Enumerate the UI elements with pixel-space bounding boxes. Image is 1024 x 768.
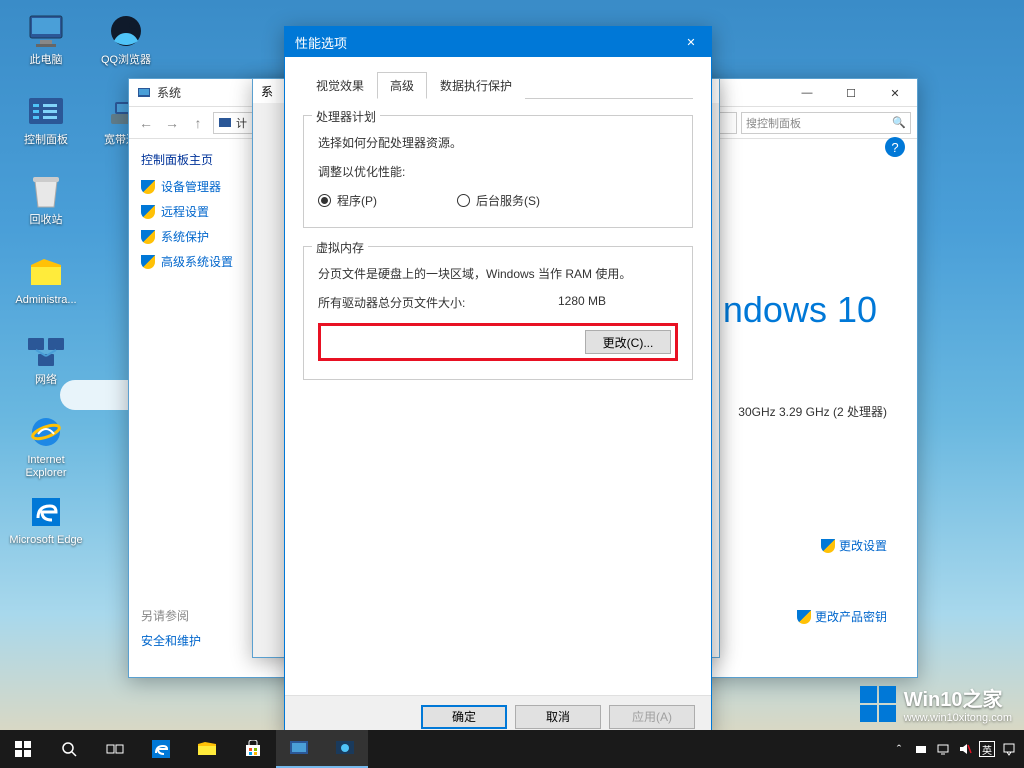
watermark-url: www.win10xitong.com [904, 712, 1012, 724]
icon-label: Internet Explorer [8, 454, 84, 480]
sidebar-link-advanced[interactable]: 高级系统设置 [141, 253, 267, 270]
radio-icon [457, 194, 470, 207]
desktop-icon-qq-browser[interactable]: QQ浏览器 [88, 8, 164, 86]
ok-button[interactable]: 确定 [421, 705, 507, 729]
desktop-icon-ie[interactable]: Internet Explorer [8, 408, 84, 486]
taskbar: ˆ 英 [0, 730, 1024, 768]
shield-icon [141, 230, 155, 244]
tab-advanced[interactable]: 高级 [377, 72, 427, 99]
optimize-label: 调整以优化性能: [318, 163, 678, 180]
see-also-link[interactable]: 安全和维护 [141, 632, 201, 649]
sidebar-link-remote[interactable]: 远程设置 [141, 203, 267, 220]
watermark-text: Win10之家 [904, 683, 1012, 712]
tray-icon-1[interactable] [910, 730, 932, 768]
vmem-size-label: 所有驱动器总分页文件大小: [318, 294, 558, 311]
tray-chevron-up-icon[interactable]: ˆ [888, 730, 910, 768]
tray-network-icon[interactable] [932, 730, 954, 768]
desktop-icon-recycle-bin[interactable]: 回收站 [8, 168, 84, 246]
change-product-key-link[interactable]: 更改产品密钥 [797, 608, 887, 625]
system-title-text: 系统 [157, 84, 181, 101]
vmem-size-value: 1280 MB [558, 294, 678, 311]
radio-programs[interactable]: 程序(P) [318, 192, 377, 209]
taskbar-app-2[interactable] [322, 730, 368, 768]
system-tray: ˆ 英 [888, 730, 1024, 768]
radio-icon [318, 194, 331, 207]
maximize-button[interactable]: ☐ [829, 79, 873, 107]
props-title-text: 系 [261, 83, 273, 100]
icon-label: QQ浏览器 [101, 54, 151, 67]
see-also-heading: 另请参阅 [141, 607, 201, 624]
tray-volume-icon[interactable] [954, 730, 976, 768]
search-input[interactable]: 搜控制面板 🔍 [741, 112, 911, 134]
tray-ime-icon[interactable]: 英 [979, 741, 995, 757]
cancel-button[interactable]: 取消 [515, 705, 601, 729]
change-button[interactable]: 更改(C)... [585, 330, 671, 354]
search-icon: 🔍 [892, 116, 906, 129]
desktop-icon-network[interactable]: 网络 [8, 328, 84, 406]
desktop-icon-administrator[interactable]: Administra... [8, 248, 84, 326]
windows-logo-icon [860, 686, 896, 722]
windows10-logo: ndows 10 [723, 289, 877, 331]
sidebar-link-protection[interactable]: 系统保护 [141, 228, 267, 245]
search-button[interactable] [46, 730, 92, 768]
minimize-button[interactable]: — [785, 79, 829, 107]
tab-dep[interactable]: 数据执行保护 [427, 72, 525, 99]
watermark: Win10之家 www.win10xitong.com [860, 683, 1012, 724]
icon-label: Microsoft Edge [9, 534, 82, 547]
icon-label: 网络 [35, 374, 57, 387]
tray-notifications-icon[interactable] [998, 730, 1020, 768]
up-button[interactable]: ↑ [187, 112, 209, 134]
change-settings-link[interactable]: 更改设置 [821, 537, 887, 554]
radio-background-services[interactable]: 后台服务(S) [457, 192, 540, 209]
taskbar-app-1[interactable] [276, 730, 322, 768]
sidebar-link-device-manager[interactable]: 设备管理器 [141, 178, 267, 195]
group-title: 虚拟内存 [312, 239, 368, 256]
task-view-button[interactable] [92, 730, 138, 768]
scheduling-desc: 选择如何分配处理器资源。 [318, 134, 678, 151]
shield-icon [141, 255, 155, 269]
start-button[interactable] [0, 730, 46, 768]
performance-options-window: 性能选项 ✕ 视觉效果 高级 数据执行保护 处理器计划 选择如何分配处理器资源。… [284, 26, 712, 738]
tab-visual-effects[interactable]: 视觉效果 [303, 72, 377, 99]
apply-button[interactable]: 应用(A) [609, 705, 695, 729]
group-title: 处理器计划 [312, 108, 380, 125]
shield-icon [141, 205, 155, 219]
cpu-info: 30GHz 3.29 GHz (2 处理器) [738, 403, 887, 420]
change-button-highlight: 更改(C)... [318, 323, 678, 361]
desktop-icon-this-pc[interactable]: 此电脑 [8, 8, 84, 86]
search-placeholder: 搜控制面板 [746, 115, 801, 131]
back-button[interactable]: ← [135, 112, 157, 134]
virtual-memory-group: 虚拟内存 分页文件是硬盘上的一块区域，Windows 当作 RAM 使用。 所有… [303, 246, 693, 380]
desktop-icon-control-panel[interactable]: 控制面板 [8, 88, 84, 166]
shield-icon [821, 539, 835, 553]
desktop-icon-edge[interactable]: Microsoft Edge [8, 488, 84, 566]
taskbar-store[interactable] [230, 730, 276, 768]
breadcrumb-text: 计 [236, 115, 247, 131]
processor-scheduling-group: 处理器计划 选择如何分配处理器资源。 调整以优化性能: 程序(P) 后台服务(S… [303, 115, 693, 228]
icon-label: 回收站 [30, 214, 63, 227]
taskbar-explorer[interactable] [184, 730, 230, 768]
taskbar-edge[interactable] [138, 730, 184, 768]
forward-button[interactable]: → [161, 112, 183, 134]
icon-label: Administra... [15, 294, 76, 307]
shield-icon [141, 180, 155, 194]
shield-icon [797, 610, 811, 624]
close-button[interactable]: ✕ [873, 79, 917, 107]
perf-tabs: 视觉效果 高级 数据执行保护 [303, 71, 693, 99]
perf-title-text: 性能选项 [295, 33, 347, 52]
sidebar-heading: 控制面板主页 [141, 151, 267, 168]
close-button[interactable]: ✕ [671, 27, 711, 57]
perf-titlebar[interactable]: 性能选项 ✕ [285, 27, 711, 57]
vmem-desc: 分页文件是硬盘上的一块区域，Windows 当作 RAM 使用。 [318, 265, 678, 282]
icon-label: 此电脑 [30, 54, 63, 67]
icon-label: 控制面板 [24, 134, 68, 147]
